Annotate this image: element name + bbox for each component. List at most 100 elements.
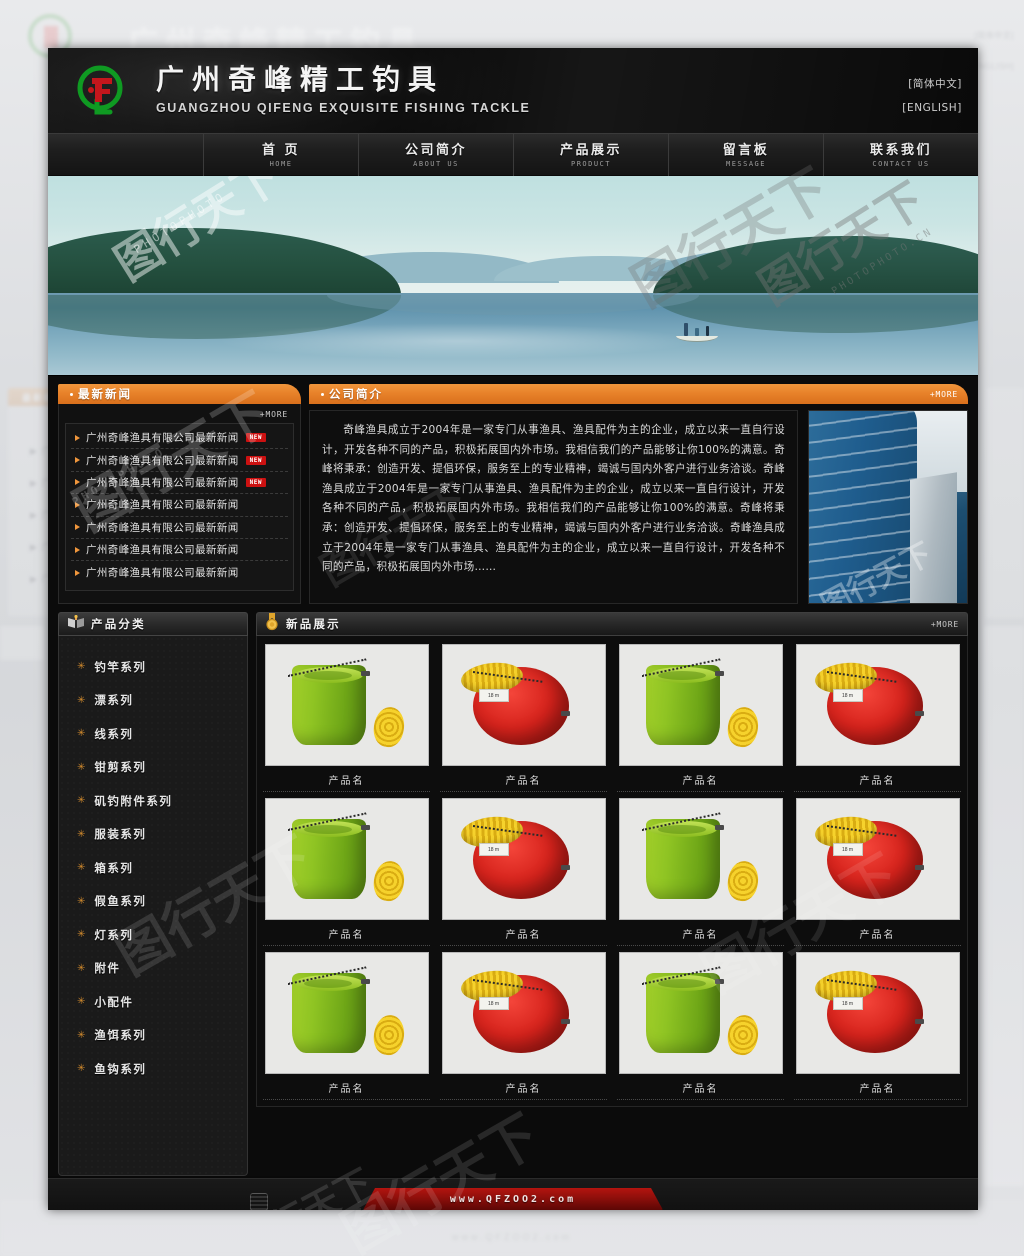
category-item-bait[interactable]: ✳ 渔饵系列 [59, 1019, 247, 1053]
site-footer: 图行天下 www.QFZOO2.com [48, 1161, 978, 1210]
nav-label-en: PRODUCT [570, 160, 611, 168]
category-label: 箱系列 [94, 860, 134, 875]
news-list-item[interactable]: 广州奇峰渔具有限公司最新新闻 NEW [71, 427, 288, 450]
category-item-clothing[interactable]: ✳ 服装系列 [59, 818, 247, 852]
product-image-green-bucket [618, 798, 783, 920]
yellow-rope-coil [370, 705, 407, 749]
category-label: 假鱼系列 [94, 894, 147, 909]
clip-shape [560, 865, 570, 870]
yellow-rope-coil [370, 1013, 407, 1057]
footer-website-link[interactable]: www.QFZOO2.com [363, 1188, 663, 1210]
arrow-right-icon [75, 524, 80, 531]
news-list-item[interactable]: 广州奇峰渔具有限公司最新新闻 [71, 494, 288, 517]
news-list-item[interactable]: 广州奇峰渔具有限公司最新新闻 NEW [71, 472, 288, 495]
product-card[interactable]: 产品名 [615, 952, 786, 1106]
category-item-lamp[interactable]: ✳ 灯系列 [59, 918, 247, 952]
category-item-accessories[interactable]: ✳ 附件 [59, 952, 247, 986]
category-label: 线系列 [94, 726, 134, 741]
product-card[interactable]: 18 m 产品名 [792, 644, 963, 798]
product-image-red-rope: 18 m [795, 798, 960, 920]
product-card[interactable]: 产品名 [261, 644, 432, 798]
news-item-text: 广州奇峰渔具有限公司最新新闻 [86, 544, 239, 557]
product-showcase-header: 新品展示 +MORE [256, 612, 968, 636]
category-item-line[interactable]: ✳ 线系列 [59, 717, 247, 751]
product-label-tag: 18 m [478, 689, 509, 702]
category-sidebar: 产品分类 ✳ 钓竿系列 ✳ 漂系列 ✳ 线系列 ✳ 钳剪系列 ✳ 矶钓附件系列 … [58, 612, 248, 1176]
category-item-float[interactable]: ✳ 漂系列 [59, 684, 247, 718]
clip-shape [914, 1019, 924, 1024]
nav-label-cn: 留言板 [722, 143, 770, 158]
product-card[interactable]: 产品名 [615, 644, 786, 798]
clip-shape [914, 711, 924, 716]
category-label: 漂系列 [94, 693, 134, 708]
news-list-item[interactable]: 广州奇峰渔具有限公司最新新闻 [71, 561, 288, 583]
lower-section: 产品分类 ✳ 钓竿系列 ✳ 漂系列 ✳ 线系列 ✳ 钳剪系列 ✳ 矶钓附件系列 … [48, 604, 978, 1176]
yellow-rope-coil [724, 1013, 761, 1057]
nav-item-product[interactable]: 产品展示 PRODUCT [513, 134, 668, 177]
product-more-link[interactable]: +MORE [931, 620, 959, 629]
arrow-right-icon [75, 479, 80, 486]
news-list-item[interactable]: 广州奇峰渔具有限公司最新新闻 [71, 517, 288, 539]
clip-shape [714, 671, 724, 676]
category-item-box[interactable]: ✳ 箱系列 [59, 851, 247, 885]
nav-item-home[interactable]: 首 页 HOME [203, 134, 358, 177]
product-card[interactable]: 产品名 [261, 952, 432, 1106]
language-link-simplified-chinese[interactable]: [简体中文] [902, 76, 962, 91]
category-sidebar-title: 产品分类 [91, 617, 146, 631]
news-item-text: 广州奇峰渔具有限公司最新新闻 [86, 476, 239, 489]
news-more-link[interactable]: +MORE [65, 408, 294, 423]
category-item-fishing-rod[interactable]: ✳ 钓竿系列 [59, 650, 247, 684]
product-card[interactable]: 18 m 产品名 [792, 798, 963, 952]
product-card[interactable]: 18 m 产品名 [438, 798, 609, 952]
category-item-rock-fishing-accessories[interactable]: ✳ 矶钓附件系列 [59, 784, 247, 818]
product-label-tag: 18 m [478, 997, 509, 1010]
product-showcase: 新品展示 +MORE 产品名 18 m 产品名 产品名 18 m 产品名 产品名… [256, 612, 968, 1176]
product-label-tag: 18 m [832, 997, 863, 1010]
company-building-image: 图行天下 [808, 410, 968, 604]
category-item-small-parts[interactable]: ✳ 小配件 [59, 985, 247, 1019]
news-panel-title: 最新新闻 [78, 387, 132, 401]
company-logo-icon[interactable] [70, 60, 130, 120]
arrow-right-icon [75, 569, 80, 576]
green-bucket-shape [645, 819, 720, 899]
arrow-right-icon [75, 434, 80, 441]
clip-shape [714, 825, 724, 830]
news-item-text: 广州奇峰渔具有限公司最新新闻 [86, 567, 239, 580]
product-card[interactable]: 18 m 产品名 [792, 952, 963, 1106]
yellow-rope-coil [370, 859, 407, 903]
product-card[interactable]: 产品名 [615, 798, 786, 952]
bullet-dot-icon [321, 392, 324, 396]
nav-item-message[interactable]: 留言板 MESSAGE [668, 134, 823, 177]
news-item-text: 广州奇峰渔具有限公司最新新闻 [86, 499, 239, 512]
ghost-footer-url: www.QFZOO2.com [451, 1232, 573, 1242]
product-caption: 产品名 [794, 1074, 961, 1100]
arrow-right-icon [75, 501, 80, 508]
category-item-pliers-scissors[interactable]: ✳ 钳剪系列 [59, 751, 247, 785]
footer-badge-icon [250, 1193, 268, 1210]
product-card[interactable]: 18 m 产品名 [438, 952, 609, 1106]
nav-label-en: HOME [269, 160, 293, 168]
language-link-english[interactable]: [ENGLISH] [902, 102, 962, 114]
product-image-green-bucket [618, 644, 783, 766]
site-header: 广州奇峰精工钓具 GUANGZHOU QIFENG EXQUISITE FISH… [48, 48, 978, 133]
asterisk-icon: ✳ [77, 962, 86, 974]
about-panel: 公司简介 +MORE 奇峰渔具成立于2004年是一家专门从事渔具、渔具配件为主的… [301, 384, 978, 604]
nav-item-about-us[interactable]: 公司简介 ABOUT US [358, 134, 513, 177]
product-card[interactable]: 产品名 [261, 798, 432, 952]
category-item-lure[interactable]: ✳ 假鱼系列 [59, 885, 247, 919]
product-image-red-rope: 18 m [441, 798, 606, 920]
product-image-green-bucket [264, 798, 429, 920]
fishing-boat-icon [675, 323, 718, 343]
nav-label-cn: 首 页 [261, 143, 301, 158]
ghost-language-cn: [简体中文] [974, 31, 1014, 40]
asterisk-icon: ✳ [77, 895, 86, 907]
news-panel-header: 最新新闻 [58, 384, 301, 404]
about-more-link[interactable]: +MORE [930, 390, 958, 399]
news-list-item[interactable]: 广州奇峰渔具有限公司最新新闻 [71, 539, 288, 562]
arrow-right-icon [75, 546, 80, 553]
mid-section: 最新新闻 +MORE 广州奇峰渔具有限公司最新新闻 NEW 广州奇峰渔具有限公司… [48, 376, 978, 604]
news-list-item[interactable]: 广州奇峰渔具有限公司最新新闻 NEW [71, 449, 288, 472]
category-item-hook[interactable]: ✳ 鱼钩系列 [59, 1052, 247, 1086]
nav-item-contact-us[interactable]: 联系我们 CONTACT US [823, 134, 978, 177]
product-card[interactable]: 18 m 产品名 [438, 644, 609, 798]
